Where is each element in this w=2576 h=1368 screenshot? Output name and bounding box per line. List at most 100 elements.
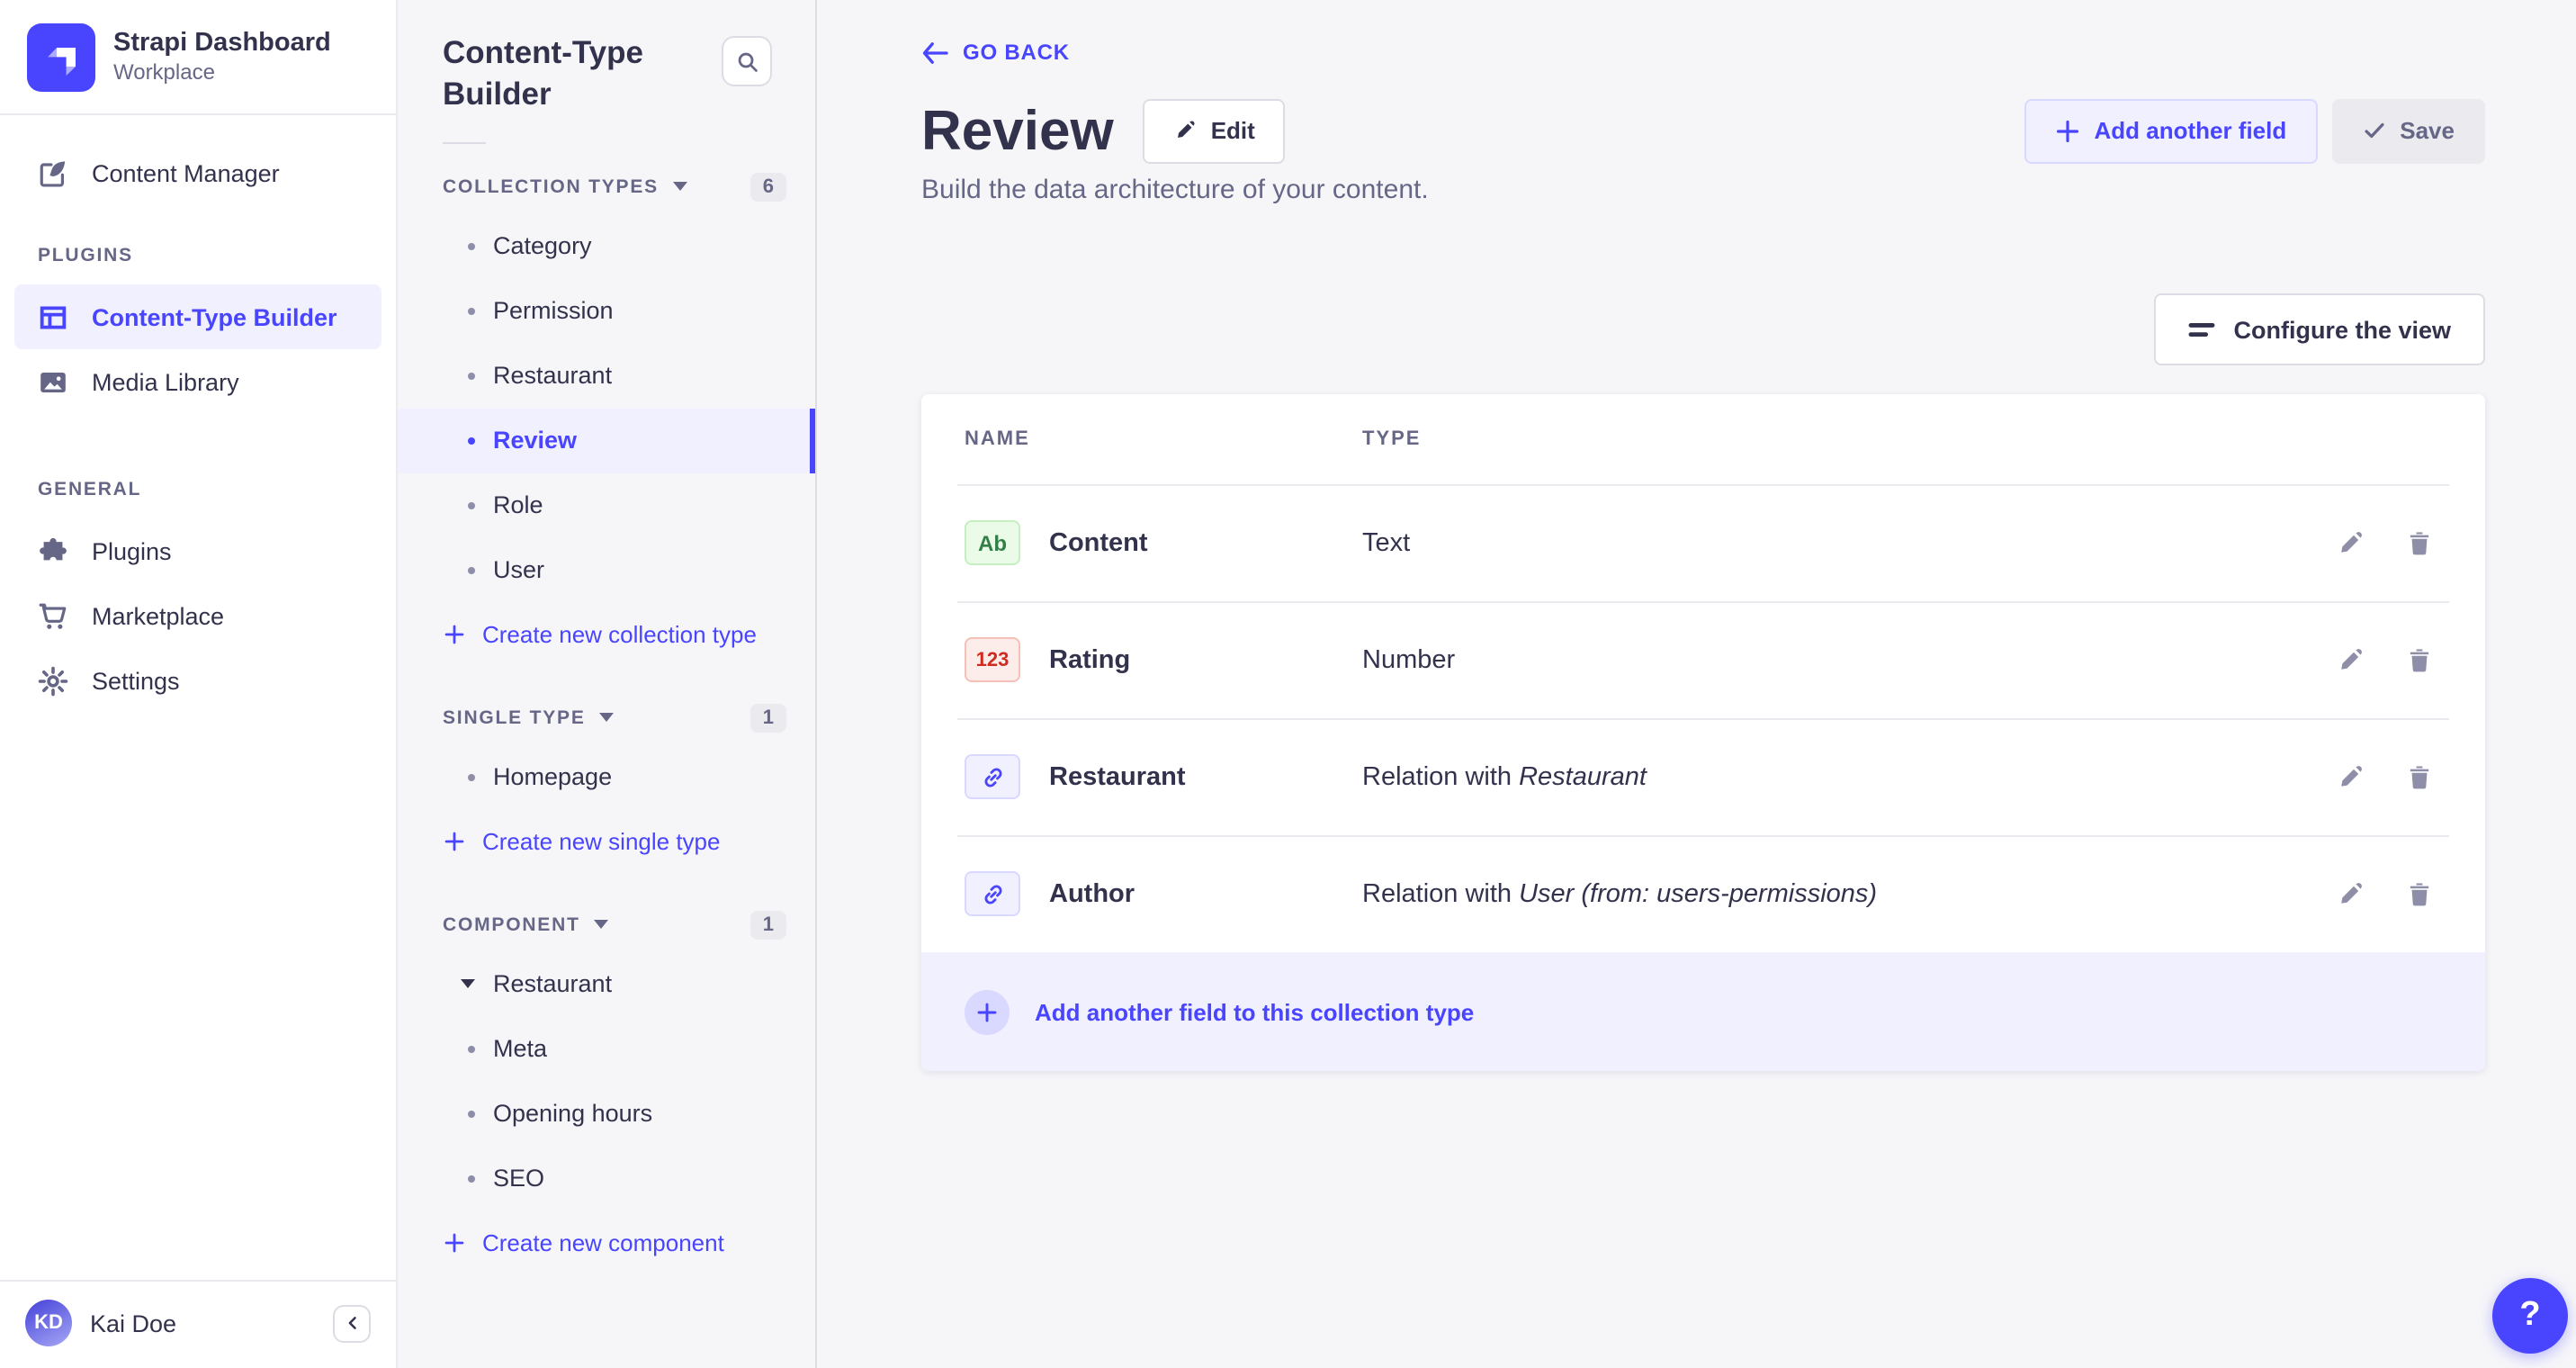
feather-icon [38,158,68,188]
check-icon [2362,120,2385,143]
sidebar-item-label: Content-Type Builder [92,303,337,330]
bullet-dot [468,1110,475,1117]
plus-icon [443,623,466,646]
bullet-dot [468,242,475,249]
field-name: Author [1049,880,1135,909]
caret-down-icon [595,920,609,929]
plus-circle-icon [965,990,1010,1035]
puzzle-icon [38,536,68,566]
field-type: Number [1362,646,2336,675]
subnav-title: Content-Type Builder [443,32,677,114]
bullet-dot [468,773,475,780]
sidebar-item-marketplace[interactable]: Marketplace [14,583,381,648]
main-content: GO BACK Review Edit Add another f [817,0,2576,1368]
bullet-dot [468,307,475,314]
subnav-item-opening-hours[interactable]: Opening hours [398,1081,815,1146]
save-button[interactable]: Save [2331,99,2485,164]
picture-icon [38,366,68,397]
section-component[interactable]: COMPONENT 1 [398,892,815,951]
subnav-item-review[interactable]: Review [398,408,815,472]
edit-field-button[interactable] [2336,529,2365,558]
subnav-item-homepage[interactable]: Homepage [398,744,815,809]
sidebar-item-label: Plugins [92,537,172,564]
field-type: Relation with Restaurant [1362,763,2336,792]
bullet-dot [468,436,475,444]
field-type: Relation with User (from: users-permissi… [1362,880,2336,909]
subnav-item-seo[interactable]: SEO [398,1146,815,1210]
table-row: 123 Rating Number [921,602,2485,719]
sidebar-item-plugins[interactable]: Plugins [14,518,381,583]
search-button[interactable] [722,36,772,86]
edit-field-button[interactable] [2336,880,2365,909]
sidebar-item-content-manager[interactable]: Content Manager [14,140,381,205]
workspace-brand[interactable]: Strapi Dashboard Workplace [0,0,396,113]
sidebar-item-label: Settings [92,667,180,694]
link-icon [980,765,1005,790]
field-type: Text [1362,529,2336,558]
edit-button[interactable]: Edit [1143,99,1286,164]
sidebar-item-settings[interactable]: Settings [14,648,381,713]
table-row: Ab Content Text [921,485,2485,602]
strapi-app: Strapi Dashboard Workplace Content Manag… [0,0,2576,1368]
help-button[interactable]: ? [2492,1278,2568,1354]
subnav-item-user[interactable]: User [398,537,815,602]
delete-field-button[interactable] [2406,763,2433,792]
sidebar-item-media-library[interactable]: Media Library [14,349,381,414]
table-header: NAME TYPE [921,395,2485,485]
subnav-item-component-restaurant[interactable]: Restaurant [398,951,815,1016]
edit-field-button[interactable] [2336,763,2365,792]
user-row: KD Kai Doe [0,1282,396,1368]
subnav-item-role[interactable]: Role [398,472,815,537]
add-field-to-collection-row[interactable]: Add another field to this collection typ… [921,953,2485,1072]
sidebar-section-plugins: PLUGINS [14,245,381,266]
collection-types-count: 6 [750,172,786,201]
section-collection-types[interactable]: COLLECTION TYPES 6 [398,154,815,213]
field-name: Rating [1049,646,1130,675]
number-field-badge: 123 [965,638,1020,683]
create-single-type-link[interactable]: Create new single type [398,809,815,874]
collapse-sidebar-button[interactable] [333,1304,371,1342]
subnav-item-category[interactable]: Category [398,213,815,278]
caret-down-icon [600,713,615,722]
go-back-link[interactable]: GO BACK [921,40,1070,65]
plus-icon [443,830,466,853]
configure-view-button[interactable]: Configure the view [2154,294,2485,366]
question-mark-icon: ? [2519,1296,2540,1336]
add-another-field-button[interactable]: Add another field [2024,99,2317,164]
sidebar-item-label: Marketplace [92,602,224,629]
workspace-name: Workplace [113,60,331,88]
pencil-icon [1173,120,1197,143]
page-title: Review [921,96,1114,166]
section-single-type[interactable]: SINGLE TYPE 1 [398,685,815,744]
plus-icon [443,1231,466,1255]
subnav-item-meta[interactable]: Meta [398,1016,815,1081]
fields-table-card: NAME TYPE Ab Content Text [921,395,2485,1072]
layout-icon [38,302,68,332]
search-icon [735,50,758,73]
link-icon [980,882,1005,907]
left-arrow-icon [921,40,948,64]
create-collection-type-link[interactable]: Create new collection type [398,602,815,667]
relation-field-badge [965,755,1020,800]
delete-field-button[interactable] [2406,880,2433,909]
delete-field-button[interactable] [2406,646,2433,675]
app-title: Strapi Dashboard [113,27,331,59]
single-type-count: 1 [750,703,786,732]
add-field-to-collection-label: Add another field to this collection typ… [1035,999,1474,1026]
subnav-item-restaurant[interactable]: Restaurant [398,343,815,408]
sidebar-item-content-type-builder[interactable]: Content-Type Builder [14,284,381,349]
plus-icon [2054,119,2079,144]
delete-field-button[interactable] [2406,529,2433,558]
chevron-left-icon [343,1314,361,1332]
expand-caret-icon [461,978,475,987]
edit-field-button[interactable] [2336,646,2365,675]
create-component-link[interactable]: Create new component [398,1210,815,1275]
sidebar-nav: Content Manager PLUGINS Content-Type Bui… [0,115,396,1280]
column-header-type: TYPE [1362,429,2442,451]
avatar[interactable]: KD [25,1300,72,1346]
page-subtitle: Build the data architecture of your cont… [921,176,2485,206]
field-name: Restaurant [1049,763,1186,792]
cart-icon [38,600,68,631]
sidebar-item-label: Media Library [92,368,239,395]
subnav-item-permission[interactable]: Permission [398,278,815,343]
